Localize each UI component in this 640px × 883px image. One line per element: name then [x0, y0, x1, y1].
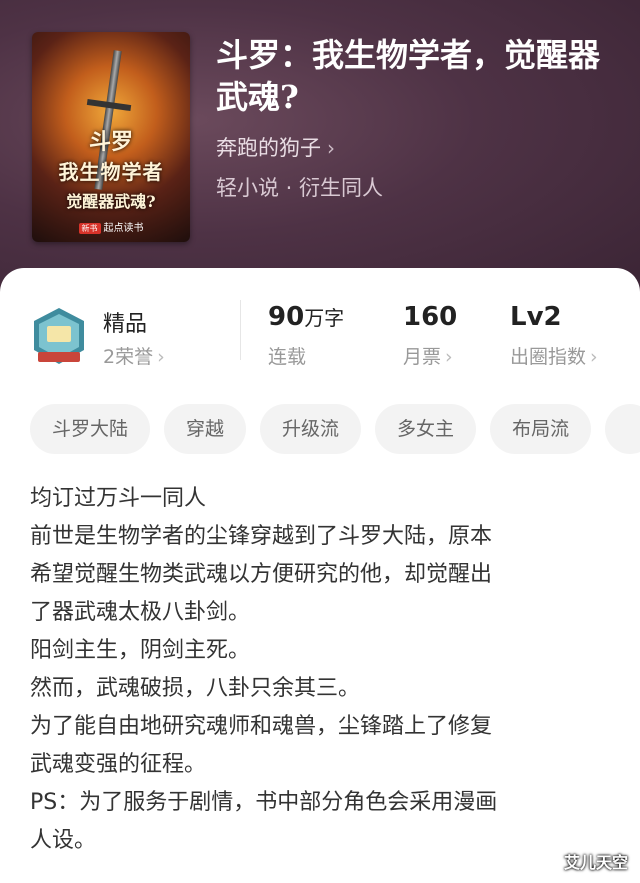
chevron-right-icon: › [327, 136, 335, 160]
level-label: 出圈指数 [510, 346, 587, 368]
honor-link[interactable]: 2荣誉 › [103, 342, 165, 369]
description-line: 均订过万斗一同人 [30, 486, 207, 511]
book-genre: 轻小说 · 衍生同人 [216, 176, 384, 200]
description-line: 为了能自由地研究魂师和魂兽，尘锋踏上了修复 [30, 714, 493, 739]
author-name: 奔跑的狗子 [216, 136, 321, 160]
quality-label: 精品 [103, 312, 148, 337]
word-count-stat: 90万字 连载 [268, 302, 344, 369]
tag-chip[interactable]: 穿越 [164, 404, 247, 454]
chevron-right-icon: › [157, 346, 165, 368]
book-title: 斗罗：我生物学者，觉醒器武魂? [216, 36, 601, 116]
description-line: 然而，武魂破损，八卦只余其三。 [30, 676, 361, 701]
tag-chip[interactable]: 升级流 [260, 404, 362, 454]
cover-title-line2: 我生物学者 [58, 160, 164, 184]
watermark: 艾儿天空 [563, 853, 628, 872]
cover-title-line1: 斗罗 [88, 129, 133, 155]
tag-chip[interactable]: 布局流 [490, 404, 592, 454]
cover-title-line3: 觉醒器武魂? [66, 192, 156, 211]
cover-publisher: 新书 起点读书 [32, 219, 190, 234]
tag-chip[interactable]: 斗罗大陆 [30, 404, 151, 454]
level-value: Lv2 [510, 302, 562, 332]
description-line: 人设。 [30, 828, 97, 853]
description-line: PS：为了服务于剧情，书中部分角色会采用漫画 [30, 790, 498, 815]
monthly-tickets-stat[interactable]: 160 月票 › [403, 302, 457, 369]
word-count-unit: 万字 [304, 306, 345, 330]
chevron-right-icon: › [590, 346, 598, 368]
book-description[interactable]: 均订过万斗一同人 前世是生物学者的尘锋穿越到了斗罗大陆，原本 希望觉醒生物类武魂… [30, 480, 620, 860]
description-line: 了器武魂太极八卦剑。 [30, 600, 251, 625]
new-book-badge: 新书 [78, 223, 101, 234]
author-link[interactable]: 奔跑的狗子 › [216, 132, 335, 162]
quality-badge-icon[interactable] [30, 306, 88, 368]
publisher-name: 起点读书 [103, 223, 144, 234]
tag-chip[interactable]: 多女主 [375, 404, 477, 454]
monthly-tickets-value: 160 [403, 302, 458, 332]
book-cover[interactable]: 斗罗 我生物学者 觉醒器武魂? 新书 起点读书 [32, 32, 190, 242]
monthly-tickets-label: 月票 [403, 346, 442, 368]
description-line: 前世是生物学者的尘锋穿越到了斗罗大陆，原本 [30, 524, 493, 549]
book-detail-card: 精品 2荣誉 › 90万字 连载 160 月票 › Lv2 出圈指数 › 斗罗大陆 穿越… [0, 268, 640, 883]
word-count-value: 90 [268, 302, 305, 332]
serial-status: 连载 [268, 346, 307, 368]
book-header: 斗罗 我生物学者 觉醒器武魂? 新书 起点读书 斗罗：我生物学者，觉醒器武魂? 奔… [0, 0, 640, 300]
tag-chip-partial[interactable] [605, 404, 640, 454]
chevron-right-icon: › [445, 346, 453, 368]
description-line: 希望觉醒生物类武魂以方便研究的他，却觉醒出 [30, 562, 493, 587]
stats-divider [240, 300, 241, 360]
popularity-stat[interactable]: Lv2 出圈指数 › [510, 302, 598, 369]
description-line: 武魂变强的征程。 [30, 752, 207, 777]
description-line: 阳剑主生，阴剑主死。 [30, 638, 251, 663]
honor-text: 2荣誉 [103, 346, 154, 368]
tag-list: 斗罗大陆 穿越 升级流 多女主 布局流 [30, 404, 640, 456]
